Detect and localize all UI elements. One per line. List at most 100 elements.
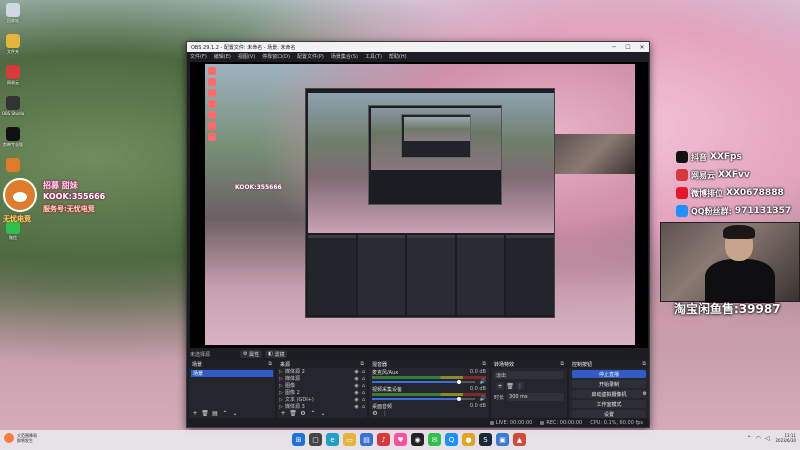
dock-float-icon[interactable]: ⧉ bbox=[560, 361, 564, 367]
wechat-icon[interactable]: ✉ bbox=[428, 433, 441, 446]
desktop-icon[interactable]: OBS Studio bbox=[0, 93, 26, 124]
menu-item[interactable]: 文件(F) bbox=[190, 53, 207, 60]
eye-icon[interactable]: ◉ bbox=[353, 390, 360, 396]
source-item[interactable]: ▷ 文本 (GDI+) ◉ ⌂ bbox=[277, 396, 367, 404]
menu-item[interactable]: 场景集合(S) bbox=[331, 53, 358, 60]
social-value: XXFps bbox=[710, 152, 742, 162]
eye-icon[interactable]: ◉ bbox=[353, 397, 360, 403]
mixer-track-header: 视频采集设备 0.0 dB bbox=[372, 386, 486, 393]
scene-item[interactable]: 场景 bbox=[191, 370, 273, 377]
add-transition-button[interactable]: + bbox=[496, 382, 504, 390]
weather-widget[interactable]: 大范围降雨 即将发生 bbox=[4, 433, 37, 443]
social-value: XX0678888 bbox=[726, 188, 784, 198]
app3-icon[interactable]: ▲ bbox=[513, 433, 526, 446]
dock-float-icon[interactable]: ⧉ bbox=[268, 361, 272, 367]
menu-item[interactable]: 编辑(E) bbox=[214, 53, 231, 60]
desktop-icon[interactable]: 回收站 bbox=[0, 0, 26, 31]
desktop-icon[interactable]: 网易云 bbox=[0, 62, 26, 93]
app2-icon[interactable]: ▣ bbox=[496, 433, 509, 446]
controls-dock: 控制按钮 ⧉ 停止直播开始录制启动虚拟摄像机⚙工作室模式设置退出 bbox=[569, 360, 649, 428]
slider-knob[interactable] bbox=[457, 397, 462, 401]
transition-select[interactable]: 淡出 bbox=[494, 371, 564, 379]
desktop-icon[interactable]: 剪映专业版 bbox=[0, 124, 26, 155]
dock-float-icon[interactable]: ⧉ bbox=[642, 361, 646, 367]
source-properties-button[interactable]: ⚙ bbox=[299, 410, 307, 417]
move-down-button[interactable]: ⌄ bbox=[319, 410, 327, 417]
move-down-button[interactable]: ⌄ bbox=[231, 410, 239, 417]
source-item[interactable]: ▷ 媒体源 2 ◉ ⌂ bbox=[277, 368, 367, 376]
control-button[interactable]: 启动虚拟摄像机 ⚙ bbox=[572, 390, 647, 398]
mixer-settings-icon[interactable]: ⚙ bbox=[371, 410, 379, 417]
mixer-menu-icon[interactable]: ⋮ bbox=[381, 410, 389, 417]
menu-item[interactable]: 工具(T) bbox=[365, 53, 382, 60]
minimize-button[interactable]: ─ bbox=[607, 42, 621, 52]
slider-knob[interactable] bbox=[457, 380, 462, 384]
store-icon[interactable]: ▤ bbox=[360, 433, 373, 446]
chrome-icon[interactable]: ● bbox=[462, 433, 475, 446]
menu-item[interactable]: 配置文件(P) bbox=[297, 53, 324, 60]
taskbar-clock[interactable]: 13:11 2023/6/30 bbox=[775, 433, 796, 443]
windows-start-icon[interactable]: ⊞ bbox=[292, 433, 305, 446]
volume-icon[interactable]: ◁ bbox=[765, 435, 770, 442]
menu-item[interactable]: 帮助(H) bbox=[389, 53, 407, 60]
menu-item[interactable]: 停靠窗口(D) bbox=[262, 53, 290, 60]
obs-preview[interactable]: KOOK:355666 bbox=[190, 62, 648, 348]
remove-transition-button[interactable]: 🗑 bbox=[506, 382, 514, 390]
explorer-icon[interactable]: ▭ bbox=[343, 433, 356, 446]
lock-icon[interactable]: ⌂ bbox=[360, 390, 367, 396]
taskbar: 大范围降雨 即将发生 ⊞ ▢ e ▭ ▤ ♪ ♥ ◉ ✉ Q ● S ▣ ▲ ⌃ ◠ ◁ 13:11 20… bbox=[0, 430, 800, 450]
eye-icon[interactable]: ◉ bbox=[353, 376, 360, 382]
properties-button[interactable]: ⚙ 属性 bbox=[240, 350, 263, 358]
transition-menu-button[interactable]: ⋮ bbox=[516, 382, 524, 390]
track-db: 0.0 dB bbox=[469, 386, 486, 392]
speaker-icon[interactable]: 🔊 bbox=[480, 379, 486, 385]
control-button[interactable]: 开始录制 bbox=[572, 380, 646, 388]
eye-icon[interactable]: ◉ bbox=[353, 383, 360, 389]
chevron-up-icon[interactable]: ⌃ bbox=[747, 435, 752, 442]
app-icon[interactable]: ♥ bbox=[394, 433, 407, 446]
qq-icon[interactable]: Q bbox=[445, 433, 458, 446]
netease-icon[interactable]: ♪ bbox=[377, 433, 390, 446]
source-item[interactable]: ▷ 图像 ◉ ⌂ bbox=[277, 382, 367, 390]
move-up-button[interactable]: ⌃ bbox=[221, 410, 229, 417]
lock-icon[interactable]: ⌂ bbox=[360, 376, 367, 382]
add-source-button[interactable]: + bbox=[279, 410, 287, 417]
control-button[interactable]: 停止直播 bbox=[572, 370, 646, 378]
speaker-icon[interactable]: 🔊 bbox=[480, 396, 486, 402]
remove-scene-button[interactable]: 🗑 bbox=[201, 410, 209, 417]
move-up-button[interactable]: ⌃ bbox=[309, 410, 317, 417]
scene-filter-button[interactable]: ▤ bbox=[211, 410, 219, 417]
eye-icon[interactable]: ◉ bbox=[353, 369, 360, 375]
source-item[interactable]: ▷ 图像 2 ◉ ⌂ bbox=[277, 389, 367, 397]
obs-titlebar[interactable]: OBS 29.1.2 - 配置文件: 未命名 - 场景: 未命名 ─ ☐ ✕ bbox=[187, 42, 649, 52]
duration-input[interactable]: 300 ms bbox=[507, 393, 564, 401]
volume-slider[interactable]: 🔊 bbox=[372, 379, 486, 385]
volume-slider[interactable]: 🔊 bbox=[372, 396, 486, 402]
desktop-icon[interactable]: 文件夹 bbox=[0, 31, 26, 62]
lock-icon[interactable]: ⌂ bbox=[360, 369, 367, 375]
maximize-button[interactable]: ☐ bbox=[621, 42, 635, 52]
obs-window[interactable]: OBS 29.1.2 - 配置文件: 未命名 - 场景: 未命名 ─ ☐ ✕ 文… bbox=[186, 41, 650, 428]
steam-icon[interactable]: S bbox=[479, 433, 492, 446]
menu-item[interactable]: 视图(V) bbox=[238, 53, 255, 60]
wifi-icon[interactable]: ◠ bbox=[756, 435, 761, 442]
source-item[interactable]: ▷ 媒体源 ◉ ⌂ bbox=[277, 375, 367, 383]
desktop-icon-label: 网易云 bbox=[7, 80, 19, 85]
gear-icon[interactable]: ⚙ bbox=[643, 391, 647, 397]
dock-float-icon[interactable]: ⧉ bbox=[482, 361, 486, 367]
remove-source-button[interactable]: 🗑 bbox=[289, 410, 297, 417]
task-view-icon[interactable]: ▢ bbox=[309, 433, 322, 446]
close-button[interactable]: ✕ bbox=[635, 42, 649, 52]
transitions-dock: 转场特效 ⧉ 淡出 + 🗑 ⋮ 时长 300 ms bbox=[491, 360, 567, 418]
add-scene-button[interactable]: + bbox=[191, 410, 199, 417]
lock-icon[interactable]: ⌂ bbox=[360, 383, 367, 389]
social-title: 抖音 bbox=[691, 152, 707, 162]
edge-icon[interactable]: e bbox=[326, 433, 339, 446]
control-button[interactable]: 设置 bbox=[572, 410, 646, 418]
lock-icon[interactable]: ⌂ bbox=[360, 397, 367, 403]
obs-icon[interactable]: ◉ bbox=[411, 433, 424, 446]
control-button[interactable]: 工作室模式 bbox=[572, 400, 646, 408]
desktop-app-icon bbox=[6, 158, 20, 172]
dock-float-icon[interactable]: ⧉ bbox=[360, 361, 364, 367]
filters-button[interactable]: ◧ 滤镜 bbox=[265, 350, 288, 358]
